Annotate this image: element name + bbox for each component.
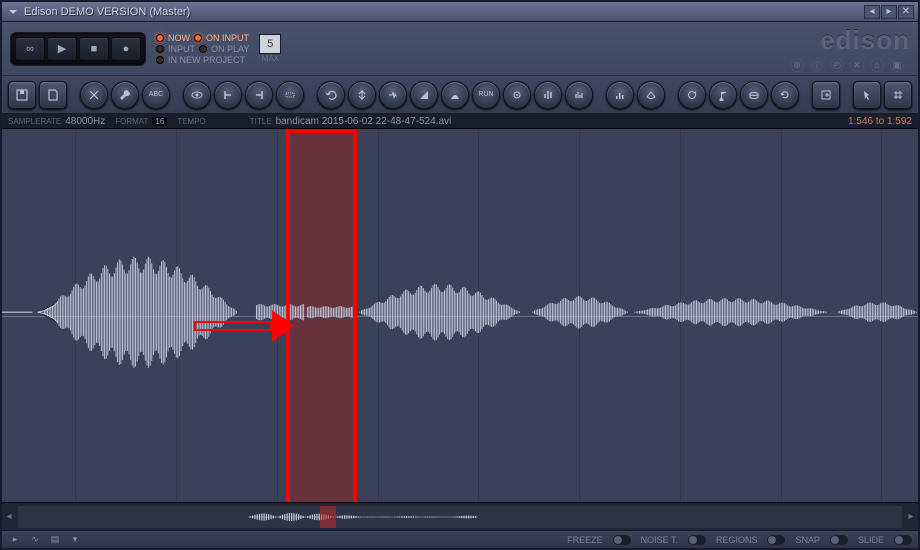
close-button[interactable]: ✕	[898, 5, 914, 19]
regions-toggle[interactable]	[767, 535, 785, 545]
file-title: bandicam 2015-06-02 22-48-47-524.avi	[276, 116, 452, 127]
format-value: 16	[152, 117, 167, 126]
tune-button[interactable]	[709, 81, 737, 109]
stop-button[interactable]: ■	[79, 37, 109, 61]
link-icon[interactable]: ⊕	[790, 58, 804, 72]
noise-toggle[interactable]	[688, 535, 706, 545]
save-button[interactable]	[8, 81, 36, 109]
zoom-selection-button[interactable]	[276, 81, 304, 109]
wave-mode-icon[interactable]: ∿	[28, 534, 42, 546]
prev-preset-button[interactable]: ◂	[864, 5, 880, 19]
scroll-left-icon[interactable]: ◂	[2, 503, 16, 530]
link-icon[interactable]: ⓘ	[810, 58, 824, 72]
waveform-view[interactable]: (function(){ var ns="http://www.w3.org/2…	[2, 128, 918, 502]
edison-window: Edison DEMO VERSION (Master) ◂ ▸ ✕ ∞ ▶ ■…	[0, 0, 920, 550]
convolution-button[interactable]	[565, 81, 593, 109]
run-script-button[interactable]: RUN	[472, 81, 500, 109]
next-preset-button[interactable]: ▸	[881, 5, 897, 19]
wrench-button[interactable]	[111, 81, 139, 109]
link-icon[interactable]: ◴	[830, 58, 844, 72]
cut-button[interactable]	[80, 81, 108, 109]
brand-logo: edison	[820, 25, 910, 56]
overview-selection[interactable]	[320, 506, 336, 528]
select-end-button[interactable]	[245, 81, 273, 109]
reverse-button[interactable]	[441, 81, 469, 109]
send-to-playlist-button[interactable]	[812, 81, 840, 109]
max-display: 5 MAX	[259, 34, 281, 63]
play-button[interactable]: ▶	[47, 37, 77, 61]
normalize-button[interactable]	[348, 81, 376, 109]
loop-button[interactable]: ∞	[15, 37, 45, 61]
transport-controls: ∞ ▶ ■ ●	[10, 32, 146, 66]
max-value[interactable]: 5	[259, 34, 281, 54]
window-title: Edison DEMO VERSION (Master)	[24, 6, 863, 18]
envelope-button[interactable]	[410, 81, 438, 109]
info-bar: SAMPLERATE 48000Hz FORMAT 16 TEMPO TITLE…	[2, 114, 918, 128]
selection-range: 1:546 to 1:592	[848, 116, 912, 127]
record-mode-options: NOW ON INPUT INPUT ON PLAY IN NEW PROJEC…	[156, 33, 249, 65]
brand-links: ⊕ ⓘ ◴ ✕ ⌂ ▣	[790, 58, 910, 72]
snap-label: SNAP	[795, 535, 820, 545]
play-icon[interactable]: ▸	[8, 534, 22, 546]
led-now[interactable]	[156, 34, 164, 42]
select-start-button[interactable]	[214, 81, 242, 109]
drum-button[interactable]	[740, 81, 768, 109]
tools-toolbar: ABC RUN	[2, 76, 918, 114]
samplerate-value: 48000Hz	[65, 116, 105, 127]
link-icon[interactable]: ▣	[890, 58, 904, 72]
claw-button[interactable]	[637, 81, 665, 109]
led-input[interactable]	[156, 45, 164, 53]
noise-label: NOISE T.	[641, 535, 678, 545]
eq-button[interactable]	[534, 81, 562, 109]
loop-tool-button[interactable]	[678, 81, 706, 109]
slide-label: SLIDE	[858, 535, 884, 545]
spectrum-button[interactable]	[606, 81, 634, 109]
freeze-label: FREEZE	[567, 535, 603, 545]
drag-sample-button[interactable]	[853, 81, 881, 109]
led-on-input[interactable]	[194, 34, 202, 42]
transport-toolbar: ∞ ▶ ■ ● NOW ON INPUT INPUT ON PLAY IN NE…	[2, 22, 918, 76]
link-icon[interactable]: ✕	[850, 58, 864, 72]
blur-button[interactable]	[503, 81, 531, 109]
led-on-play[interactable]	[199, 45, 207, 53]
refresh-button[interactable]	[771, 81, 799, 109]
undo-button[interactable]	[317, 81, 345, 109]
grid-button[interactable]	[884, 81, 912, 109]
freeze-toggle[interactable]	[613, 535, 631, 545]
annotation-arrow	[194, 310, 294, 342]
waveform: (function(){ var ns="http://www.w3.org/2…	[2, 129, 918, 495]
status-bar: ▸ ∿ ▤ ▾ FREEZE NOISE T. REGIONS SNAP SLI…	[2, 530, 918, 548]
abc-button[interactable]: ABC	[142, 81, 170, 109]
overview-waveform: (function(){ var ns="http://www.w3.org/2…	[248, 506, 478, 528]
titlebar: Edison DEMO VERSION (Master) ◂ ▸ ✕	[2, 2, 918, 22]
scroll-right-icon[interactable]: ▸	[904, 503, 918, 530]
regions-label: REGIONS	[716, 535, 758, 545]
slide-toggle[interactable]	[894, 535, 912, 545]
snap-toggle[interactable]	[830, 535, 848, 545]
record-button[interactable]: ●	[111, 37, 141, 61]
fade-button[interactable]	[379, 81, 407, 109]
annotation-rectangle	[286, 129, 357, 502]
eye-button[interactable]	[183, 81, 211, 109]
link-icon[interactable]: ⌂	[870, 58, 884, 72]
file-button[interactable]	[39, 81, 67, 109]
overview-scrollbar[interactable]: ◂ (function(){ var ns="http://www.w3.org…	[2, 502, 918, 530]
menu-dropdown-icon[interactable]	[6, 5, 20, 19]
menu-icon[interactable]: ▾	[68, 534, 82, 546]
led-in-new-project[interactable]	[156, 56, 164, 64]
overview-track[interactable]: (function(){ var ns="http://www.w3.org/2…	[18, 506, 902, 528]
spectral-mode-icon[interactable]: ▤	[48, 534, 62, 546]
